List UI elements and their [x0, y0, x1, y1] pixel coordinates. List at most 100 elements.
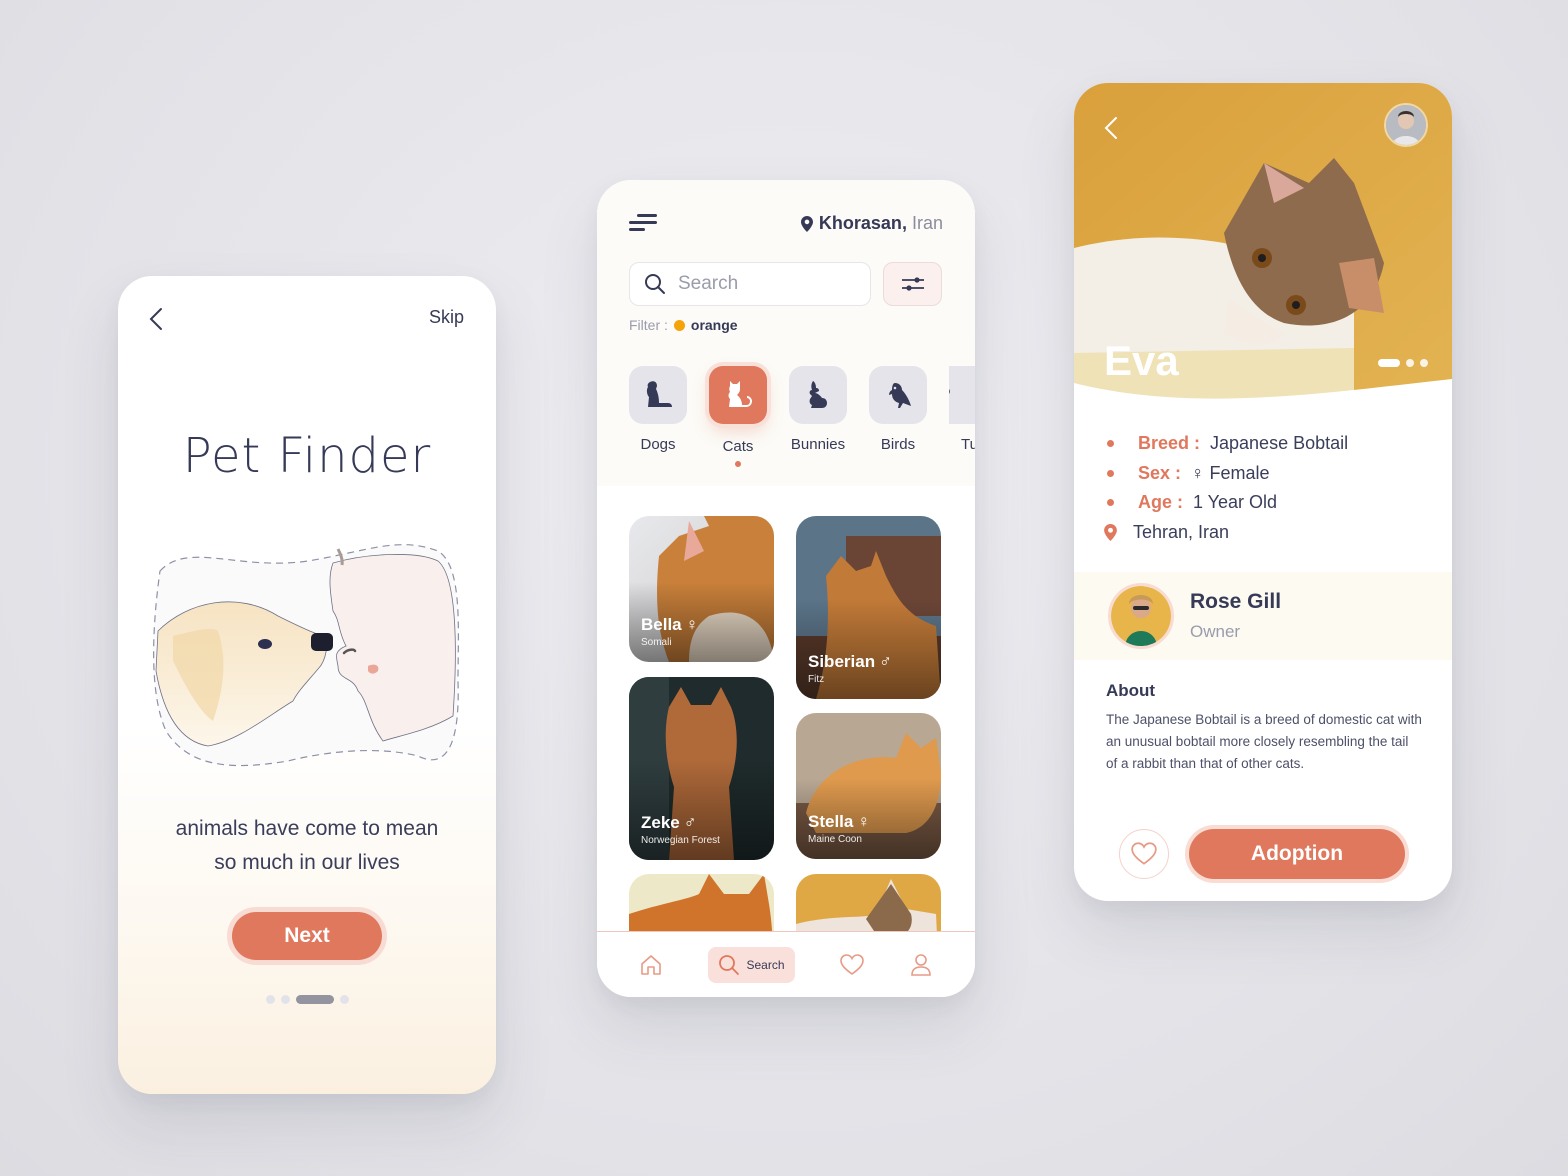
cat-photo — [629, 874, 774, 932]
pet-card[interactable]: Bella ♀ Somali — [629, 516, 774, 662]
search-icon — [719, 954, 740, 975]
pet-breed: Norwegian Forest — [641, 835, 720, 846]
pet-card[interactable] — [796, 874, 941, 932]
owner-avatar-image — [1111, 586, 1171, 646]
image-pager — [1378, 359, 1428, 367]
pet-breed: Fitz — [808, 674, 825, 685]
pet-name: Bella — [641, 615, 682, 634]
home-icon — [641, 954, 662, 975]
owner-name: Rose Gill — [1190, 590, 1282, 613]
menu-icon[interactable] — [629, 214, 657, 234]
pet-card[interactable]: Siberian ♂ Fitz — [796, 516, 941, 699]
owner-role: Owner — [1190, 622, 1241, 641]
back-chevron-icon[interactable] — [1102, 115, 1122, 141]
nav-home[interactable] — [639, 953, 663, 977]
turtle-icon — [949, 389, 950, 394]
category-label: Tu — [961, 436, 975, 453]
onboarding-tagline: animals have come to mean so much in our… — [118, 812, 496, 880]
pet-card-info: Bella ♀ Somali — [641, 615, 698, 648]
nav-search[interactable]: Search — [708, 946, 795, 983]
page-dot[interactable] — [339, 995, 349, 1004]
pet-breed: Somali — [641, 637, 672, 648]
location-pin-icon — [800, 215, 813, 232]
pet-name: Stella — [808, 812, 854, 831]
location-city: Khorasan — [818, 213, 902, 233]
male-icon: ♂ — [879, 652, 892, 671]
fact-key: Breed : — [1138, 433, 1201, 454]
pet-card[interactable] — [629, 874, 774, 932]
app-title: Pet Finder — [182, 428, 432, 484]
location-country: Iran — [911, 213, 943, 233]
category-bunnies[interactable]: Bunnies — [789, 366, 847, 467]
owner-card[interactable]: Rose Gill Owner — [1074, 572, 1452, 660]
cat-icon — [728, 381, 752, 407]
category-label: Birds — [880, 436, 916, 453]
heart-icon — [840, 953, 865, 975]
search-input[interactable] — [678, 273, 848, 295]
pager-dot-active[interactable] — [1378, 359, 1400, 367]
fact-breed: Breed : Japanese Bobtail — [1104, 429, 1348, 459]
pet-name: Siberian — [808, 652, 876, 671]
bottom-navigation: Search — [597, 931, 975, 997]
pet-card[interactable]: Zeke ♂ Norwegian Forest — [629, 677, 774, 860]
category-label: Bunnies — [790, 436, 846, 453]
location-separator: , — [901, 213, 907, 233]
male-icon: ♂ — [683, 813, 697, 832]
category-turtles[interactable]: Tu — [949, 366, 975, 467]
nav-search-label: Search — [746, 957, 785, 972]
category-label: Cats — [722, 438, 754, 455]
fact-sex: Sex : ♀ Female — [1104, 459, 1348, 489]
pet-name: Zeke — [641, 813, 680, 832]
pet-card[interactable]: Stella ♀ Maine Coon — [796, 713, 941, 859]
pet-hero-image: Eva — [1074, 83, 1452, 405]
skip-button[interactable]: Skip — [429, 307, 464, 328]
category-list: Dogs Cats Bunnies Birds Tu — [629, 366, 975, 467]
category-dogs[interactable]: Dogs — [629, 366, 687, 467]
fact-value: ♀ Female — [1191, 462, 1270, 483]
category-cats[interactable]: Cats — [709, 366, 767, 467]
filter-label: Filter : — [629, 317, 668, 333]
bird-icon — [889, 383, 911, 408]
page-dot-active[interactable] — [295, 995, 334, 1004]
pet-breed: Maine Coon — [808, 834, 862, 845]
filter-value[interactable]: orange — [691, 317, 738, 333]
rabbit-icon — [809, 381, 827, 408]
cat-photo — [796, 874, 941, 932]
nav-profile[interactable] — [910, 953, 932, 977]
bullet — [1107, 440, 1114, 448]
filter-settings-button[interactable] — [883, 262, 942, 306]
active-filter: Filter : orange — [629, 317, 738, 333]
pet-card-info: Zeke ♂ Norwegian Forest — [641, 813, 720, 846]
back-chevron-icon[interactable] — [146, 306, 168, 332]
pager-dot[interactable] — [1406, 359, 1414, 367]
about-heading: About — [1106, 681, 1156, 700]
female-icon: ♀ — [857, 812, 871, 831]
fact-value: Japanese Bobtail — [1210, 433, 1349, 454]
adoption-button[interactable]: Adoption — [1189, 829, 1405, 879]
pet-detail-screen: Eva Breed : Japanese Bobtail Sex : ♀ Femal… — [1074, 83, 1452, 901]
fact-key: Age : — [1138, 492, 1183, 513]
active-category-indicator — [735, 461, 741, 467]
page-dot[interactable] — [280, 995, 290, 1004]
search-icon — [645, 274, 665, 294]
pet-card-info: Siberian ♂ Fitz — [808, 652, 892, 685]
page-indicator — [118, 995, 496, 1004]
favorite-button[interactable] — [1119, 829, 1169, 879]
location-pin-icon — [1104, 523, 1117, 541]
tagline-line-1: animals have come to mean — [175, 817, 439, 840]
pager-dot[interactable] — [1420, 359, 1428, 367]
dog-and-person-illustration — [153, 544, 460, 767]
category-birds[interactable]: Birds — [869, 366, 927, 467]
nav-favorites[interactable] — [839, 953, 865, 977]
user-avatar[interactable] — [1384, 103, 1428, 147]
bullet — [1107, 469, 1114, 477]
location-selector[interactable]: Khorasan, Iran — [800, 213, 943, 234]
fact-age: Age : 1 Year Old — [1104, 488, 1348, 518]
page-dot[interactable] — [265, 995, 275, 1004]
search-field[interactable] — [629, 262, 871, 306]
dog-icon — [646, 381, 672, 407]
fact-key: Sex : — [1138, 462, 1182, 483]
fact-value: 1 Year Old — [1193, 492, 1278, 513]
next-button[interactable]: Next — [232, 912, 382, 960]
filter-color-swatch — [673, 319, 685, 331]
